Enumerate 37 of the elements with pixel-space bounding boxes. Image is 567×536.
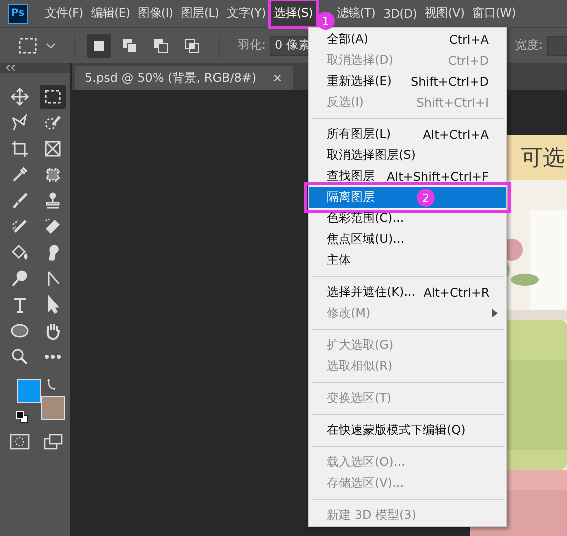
menu-item[interactable]: 色彩范围(C)...	[309, 208, 506, 229]
menu[interactable]: 文字(Y)	[224, 1, 269, 26]
menu-item[interactable]: 在快速蒙版模式下编辑(Q)	[309, 420, 506, 441]
app-logo: Ps	[8, 4, 28, 24]
menu-item[interactable]: 取消选择图层(S)	[309, 145, 506, 166]
menu-item[interactable]: 主体	[309, 250, 506, 271]
foreground-color-swatch[interactable]	[17, 379, 41, 403]
collapse-icon[interactable]	[6, 65, 16, 71]
background-color-swatch[interactable]	[41, 396, 65, 420]
marquee-tool-icon[interactable]	[40, 85, 66, 109]
menu[interactable]: 选择(S)	[270, 1, 316, 26]
feather-label: 羽化:	[238, 37, 266, 54]
menu-item[interactable]: 重新选择(E) Shift+Ctrl+D	[309, 71, 506, 92]
marquee-icon[interactable]	[18, 36, 38, 54]
quick-mask-icon[interactable]	[10, 433, 30, 451]
new-selection-icon[interactable]	[87, 34, 111, 58]
document-tab[interactable]: 5.psd @ 50% (背景, RGB/8#) ×	[75, 66, 293, 90]
screen-mode-icon[interactable]	[44, 433, 64, 451]
menu[interactable]: 文件(F)	[42, 1, 86, 26]
menu-item[interactable]: 焦点区域(U)...	[309, 229, 506, 250]
menu[interactable]: 3D(D)	[380, 2, 420, 24]
close-button[interactable]: ×	[272, 71, 283, 85]
menu[interactable]: 编辑(E)	[88, 1, 134, 26]
menu[interactable]: 图像(I)	[135, 1, 176, 26]
menu[interactable]: 窗口(W)	[470, 1, 519, 26]
menu-item[interactable]: 选择并遮住(K)... Alt+Ctrl+R	[309, 282, 506, 303]
caret-icon[interactable]	[46, 42, 56, 50]
menu-item[interactable]: 查找图层 Alt+Shift+Ctrl+F	[309, 166, 506, 187]
width-label: 宽度:	[514, 37, 543, 54]
menu[interactable]: 图层(L)	[178, 1, 222, 26]
default-colors-icon[interactable]	[16, 411, 28, 423]
menu[interactable]: 滤镜(T)	[334, 1, 379, 26]
menu-item[interactable]: 所有图层(L) Alt+Ctrl+A	[309, 124, 506, 145]
document-title: 5.psd @ 50% (背景, RGB/8#)	[85, 70, 257, 86]
banner-text: 可选	[521, 144, 565, 172]
width-field[interactable]	[547, 36, 567, 56]
menu[interactable]: 视图(V)	[422, 1, 468, 26]
